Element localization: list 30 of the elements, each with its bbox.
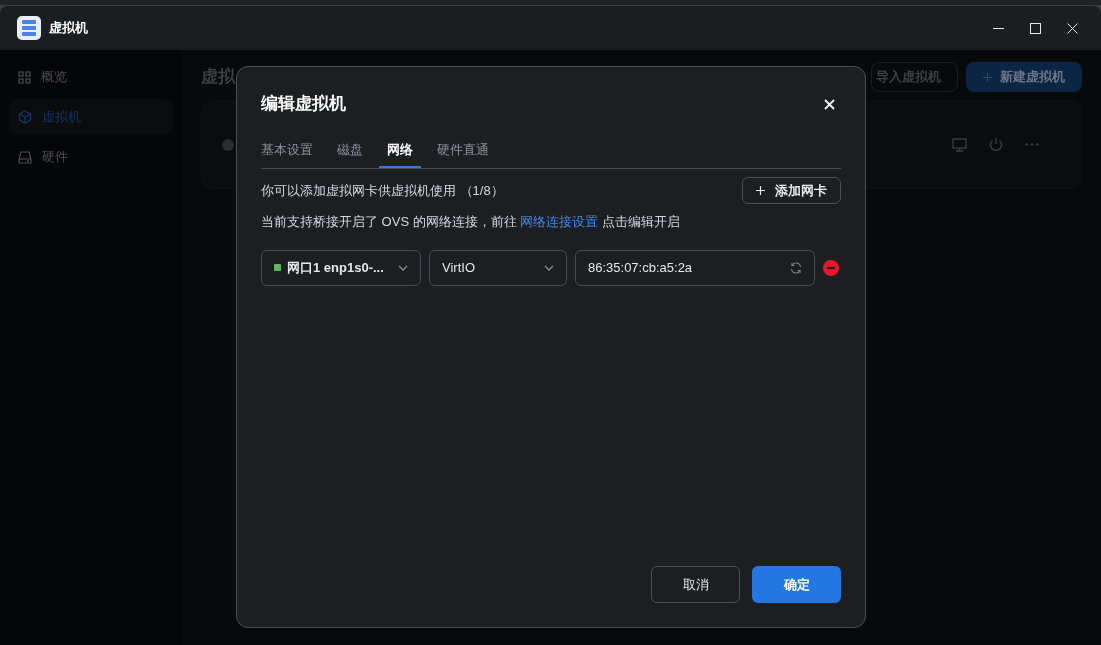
chevron-down-icon (398, 264, 408, 271)
maximize-icon[interactable] (1030, 22, 1041, 34)
info-text: 你可以添加虚拟网卡供虚拟机使用 （1/8） (261, 181, 504, 200)
drive-icon (18, 150, 32, 164)
add-nic-button[interactable]: 添加网卡 (742, 177, 841, 204)
port-select[interactable]: 网口1 enp1s0-... (261, 249, 421, 286)
new-vm-button[interactable]: 新建虚拟机 (966, 62, 1082, 92)
tab[interactable]: 网络 (379, 134, 421, 168)
close-icon[interactable] (824, 98, 835, 110)
tab[interactable]: 磁盘 (329, 134, 371, 168)
page-title: 虚拟 (201, 66, 235, 89)
dialog-title: 编辑虚拟机 (261, 93, 346, 116)
grid-icon (18, 70, 31, 84)
window-title: 虚拟机 (49, 19, 88, 38)
cube-icon (18, 110, 32, 124)
plus-icon (983, 72, 992, 82)
chevron-down-icon (544, 264, 554, 271)
tab[interactable]: 硬件直通 (429, 134, 497, 168)
model-select[interactable]: VirtIO (429, 249, 567, 286)
remove-icon[interactable] (823, 259, 839, 276)
cancel-button[interactable]: 取消 (651, 566, 740, 603)
mac-field[interactable]: 86:35:07:cb:a5:2a (575, 249, 815, 286)
close-icon[interactable] (1067, 22, 1078, 34)
network-settings-link[interactable]: 网络连接设置 (520, 214, 599, 229)
plus-icon (756, 186, 765, 195)
ovs-note: 当前支持桥接开启了 OVS 的网络连接，前往 网络连接设置 点击编辑开启 (261, 213, 681, 231)
confirm-button[interactable]: 确定 (752, 566, 841, 603)
tab[interactable]: 基本设置 (261, 134, 321, 168)
app-logo-icon (17, 16, 41, 40)
refresh-icon[interactable] (790, 261, 802, 274)
